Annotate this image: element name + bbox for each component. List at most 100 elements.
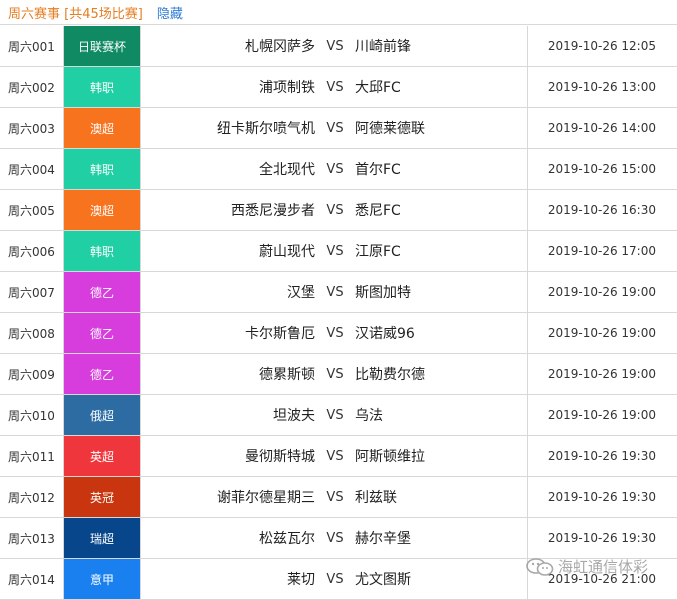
away-team[interactable]: 斯图加特	[355, 282, 515, 302]
home-team[interactable]: 松兹瓦尔	[141, 528, 315, 548]
home-team[interactable]: 蔚山现代	[141, 241, 315, 261]
match-time: 2019-10-26 14:00	[547, 121, 656, 135]
league-badge[interactable]: 俄超	[64, 395, 141, 435]
league-badge[interactable]: 澳超	[64, 108, 141, 148]
match-row[interactable]: 周六012 英冠 谢菲尔德星期三 VS 利兹联 2019-10-26 19:30	[0, 477, 677, 518]
hide-link[interactable]: 隐藏	[157, 3, 183, 22]
match-id: 周六012	[0, 477, 64, 517]
match-row[interactable]: 周六011 英超 曼彻斯特城 VS 阿斯顿维拉 2019-10-26 19:30	[0, 436, 677, 477]
match-teams[interactable]: 德累斯顿 VS 比勒费尔德	[141, 354, 528, 394]
vs-label: VS	[326, 530, 344, 546]
league-badge[interactable]: 英超	[64, 436, 141, 476]
match-row[interactable]: 周六004 韩职 全北现代 VS 首尔FC 2019-10-26 15:00	[0, 149, 677, 190]
match-time: 2019-10-26 19:30	[547, 449, 656, 463]
home-team[interactable]: 曼彻斯特城	[141, 446, 315, 466]
home-team[interactable]: 坦波夫	[141, 405, 315, 425]
away-team[interactable]: 阿德莱德联	[355, 118, 515, 138]
home-team[interactable]: 西悉尼漫步者	[141, 200, 315, 220]
vs-label: VS	[326, 571, 344, 587]
league-badge[interactable]: 韩职	[64, 231, 141, 271]
vs-label: VS	[326, 202, 344, 218]
away-team[interactable]: 利兹联	[355, 487, 515, 507]
match-teams[interactable]: 浦项制铁 VS 大邱FC	[141, 67, 528, 107]
league-badge[interactable]: 澳超	[64, 190, 141, 230]
match-teams[interactable]: 札幌冈萨多 VS 川崎前锋	[141, 26, 528, 66]
home-team[interactable]: 德累斯顿	[141, 364, 315, 384]
match-time: 2019-10-26 19:00	[547, 408, 656, 422]
match-row[interactable]: 周六010 俄超 坦波夫 VS 乌法 2019-10-26 19:00	[0, 395, 677, 436]
league-badge[interactable]: 德乙	[64, 313, 141, 353]
match-id: 周六013	[0, 518, 64, 558]
match-table: 周六001 日联赛杯 札幌冈萨多 VS 川崎前锋 2019-10-26 12:05 周六00…	[0, 26, 677, 600]
match-teams[interactable]: 曼彻斯特城 VS 阿斯顿维拉	[141, 436, 528, 476]
league-badge[interactable]: 日联赛杯	[64, 26, 141, 66]
match-teams[interactable]: 莱切 VS 尤文图斯	[141, 559, 528, 599]
away-team[interactable]: 比勒费尔德	[355, 364, 515, 384]
match-row[interactable]: 周六006 韩职 蔚山现代 VS 江原FC 2019-10-26 17:00	[0, 231, 677, 272]
match-row[interactable]: 周六001 日联赛杯 札幌冈萨多 VS 川崎前锋 2019-10-26 12:05	[0, 26, 677, 67]
vs-label: VS	[326, 284, 344, 300]
league-badge[interactable]: 意甲	[64, 559, 141, 599]
away-team[interactable]: 赫尔辛堡	[355, 528, 515, 548]
match-time: 2019-10-26 19:00	[547, 367, 656, 381]
match-time: 2019-10-26 13:00	[547, 80, 656, 94]
match-row[interactable]: 周六005 澳超 西悉尼漫步者 VS 悉尼FC 2019-10-26 16:30	[0, 190, 677, 231]
league-badge[interactable]: 瑞超	[64, 518, 141, 558]
home-team[interactable]: 纽卡斯尔喷气机	[141, 118, 315, 138]
away-team[interactable]: 悉尼FC	[355, 200, 515, 220]
vs-label: VS	[326, 448, 344, 464]
section-title: 周六赛事 [共45场比赛]	[8, 6, 143, 22]
match-teams[interactable]: 全北现代 VS 首尔FC	[141, 149, 528, 189]
match-teams[interactable]: 卡尔斯鲁厄 VS 汉诺威96	[141, 313, 528, 353]
away-team[interactable]: 川崎前锋	[355, 36, 515, 56]
match-teams[interactable]: 蔚山现代 VS 江原FC	[141, 231, 528, 271]
match-row[interactable]: 周六003 澳超 纽卡斯尔喷气机 VS 阿德莱德联 2019-10-26 14:00	[0, 108, 677, 149]
match-row[interactable]: 周六002 韩职 浦项制铁 VS 大邱FC 2019-10-26 13:00	[0, 67, 677, 108]
match-row[interactable]: 周六009 德乙 德累斯顿 VS 比勒费尔德 2019-10-26 19:00	[0, 354, 677, 395]
away-team[interactable]: 大邱FC	[355, 77, 515, 97]
league-badge[interactable]: 德乙	[64, 272, 141, 312]
match-id: 周六001	[0, 26, 64, 66]
home-team[interactable]: 浦项制铁	[141, 77, 315, 97]
away-team[interactable]: 首尔FC	[355, 159, 515, 179]
league-badge[interactable]: 德乙	[64, 354, 141, 394]
vs-label: VS	[326, 366, 344, 382]
league-badge[interactable]: 韩职	[64, 67, 141, 107]
match-teams[interactable]: 纽卡斯尔喷气机 VS 阿德莱德联	[141, 108, 528, 148]
match-teams[interactable]: 松兹瓦尔 VS 赫尔辛堡	[141, 518, 528, 558]
match-time: 2019-10-26 19:00	[547, 285, 656, 299]
match-id: 周六011	[0, 436, 64, 476]
match-teams[interactable]: 西悉尼漫步者 VS 悉尼FC	[141, 190, 528, 230]
league-badge[interactable]: 英冠	[64, 477, 141, 517]
watermark-text: 海虹通信体彩	[558, 558, 649, 576]
home-team[interactable]: 莱切	[141, 569, 315, 589]
away-team[interactable]: 尤文图斯	[355, 569, 515, 589]
home-team[interactable]: 札幌冈萨多	[141, 36, 315, 56]
match-id: 周六008	[0, 313, 64, 353]
match-time: 2019-10-26 19:30	[547, 531, 656, 545]
match-teams[interactable]: 坦波夫 VS 乌法	[141, 395, 528, 435]
home-team[interactable]: 全北现代	[141, 159, 315, 179]
match-row[interactable]: 周六007 德乙 汉堡 VS 斯图加特 2019-10-26 19:00	[0, 272, 677, 313]
match-id: 周六014	[0, 559, 64, 599]
vs-label: VS	[326, 489, 344, 505]
section-header: 周六赛事 [共45场比赛] 隐藏	[0, 0, 677, 25]
match-teams[interactable]: 汉堡 VS 斯图加特	[141, 272, 528, 312]
vs-label: VS	[326, 120, 344, 136]
match-time: 2019-10-26 15:00	[547, 162, 656, 176]
vs-label: VS	[326, 325, 344, 341]
home-team[interactable]: 谢菲尔德星期三	[141, 487, 315, 507]
match-row[interactable]: 周六013 瑞超 松兹瓦尔 VS 赫尔辛堡 2019-10-26 19:30	[0, 518, 677, 559]
match-time: 2019-10-26 12:05	[547, 39, 656, 53]
match-id: 周六010	[0, 395, 64, 435]
away-team[interactable]: 江原FC	[355, 241, 515, 261]
away-team[interactable]: 乌法	[355, 405, 515, 425]
home-team[interactable]: 汉堡	[141, 282, 315, 302]
league-badge[interactable]: 韩职	[64, 149, 141, 189]
match-teams[interactable]: 谢菲尔德星期三 VS 利兹联	[141, 477, 528, 517]
match-row[interactable]: 周六008 德乙 卡尔斯鲁厄 VS 汉诺威96 2019-10-26 19:00	[0, 313, 677, 354]
match-time: 2019-10-26 17:00	[547, 244, 656, 258]
away-team[interactable]: 汉诺威96	[355, 323, 515, 343]
home-team[interactable]: 卡尔斯鲁厄	[141, 323, 315, 343]
away-team[interactable]: 阿斯顿维拉	[355, 446, 515, 466]
